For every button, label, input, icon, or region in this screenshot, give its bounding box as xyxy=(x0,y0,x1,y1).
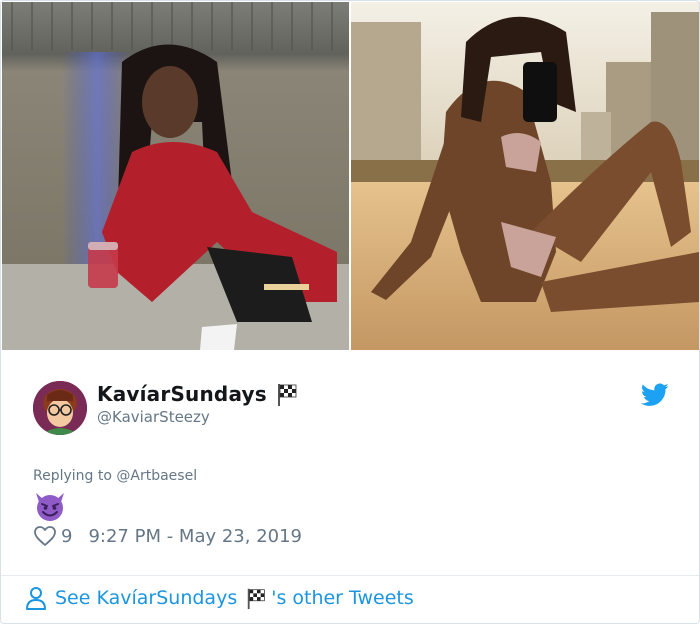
tweet-meta: 9 9:27 PM - May 23, 2019 xyxy=(33,524,302,548)
avatar[interactable] xyxy=(33,381,87,435)
author-handle[interactable]: @KaviarSteezy xyxy=(97,408,210,426)
author-name-row[interactable]: KavíarSundays xyxy=(97,381,301,407)
tweet-photo-1[interactable] xyxy=(2,2,349,350)
replying-to-mention[interactable]: @Artbaesel xyxy=(116,468,197,484)
photo-2-illustration xyxy=(351,2,699,350)
checkered-flag-icon xyxy=(245,586,269,610)
heart-outline-icon[interactable] xyxy=(33,524,57,548)
avatar-illustration xyxy=(33,381,87,435)
author-display-name[interactable]: KavíarSundays xyxy=(97,382,267,406)
tweet-media xyxy=(2,2,699,350)
tweet-timestamp[interactable]: 9:27 PM - May 23, 2019 xyxy=(88,526,302,547)
photo-1-illustration xyxy=(2,2,349,350)
replying-to-prefix: Replying to xyxy=(33,468,112,484)
see-other-tweets-suffix: 's other Tweets xyxy=(271,587,414,609)
person-outline-icon xyxy=(23,585,49,611)
see-other-tweets-prefix: See KavíarSundays xyxy=(55,587,238,609)
twitter-bird-icon[interactable] xyxy=(640,383,669,407)
replying-to-line: Replying to @Artbaesel xyxy=(33,468,197,484)
checkered-flag-icon xyxy=(275,381,301,407)
footer-divider xyxy=(1,575,699,576)
smiling-devil-icon xyxy=(33,489,67,523)
like-count: 9 xyxy=(61,525,73,547)
embedded-tweet-card: KavíarSundays @KaviarSteezy Replying to … xyxy=(0,0,700,624)
tweet-photo-2[interactable] xyxy=(351,2,699,350)
see-other-tweets-link[interactable]: See KavíarSundays 's other Tweets xyxy=(23,585,414,611)
